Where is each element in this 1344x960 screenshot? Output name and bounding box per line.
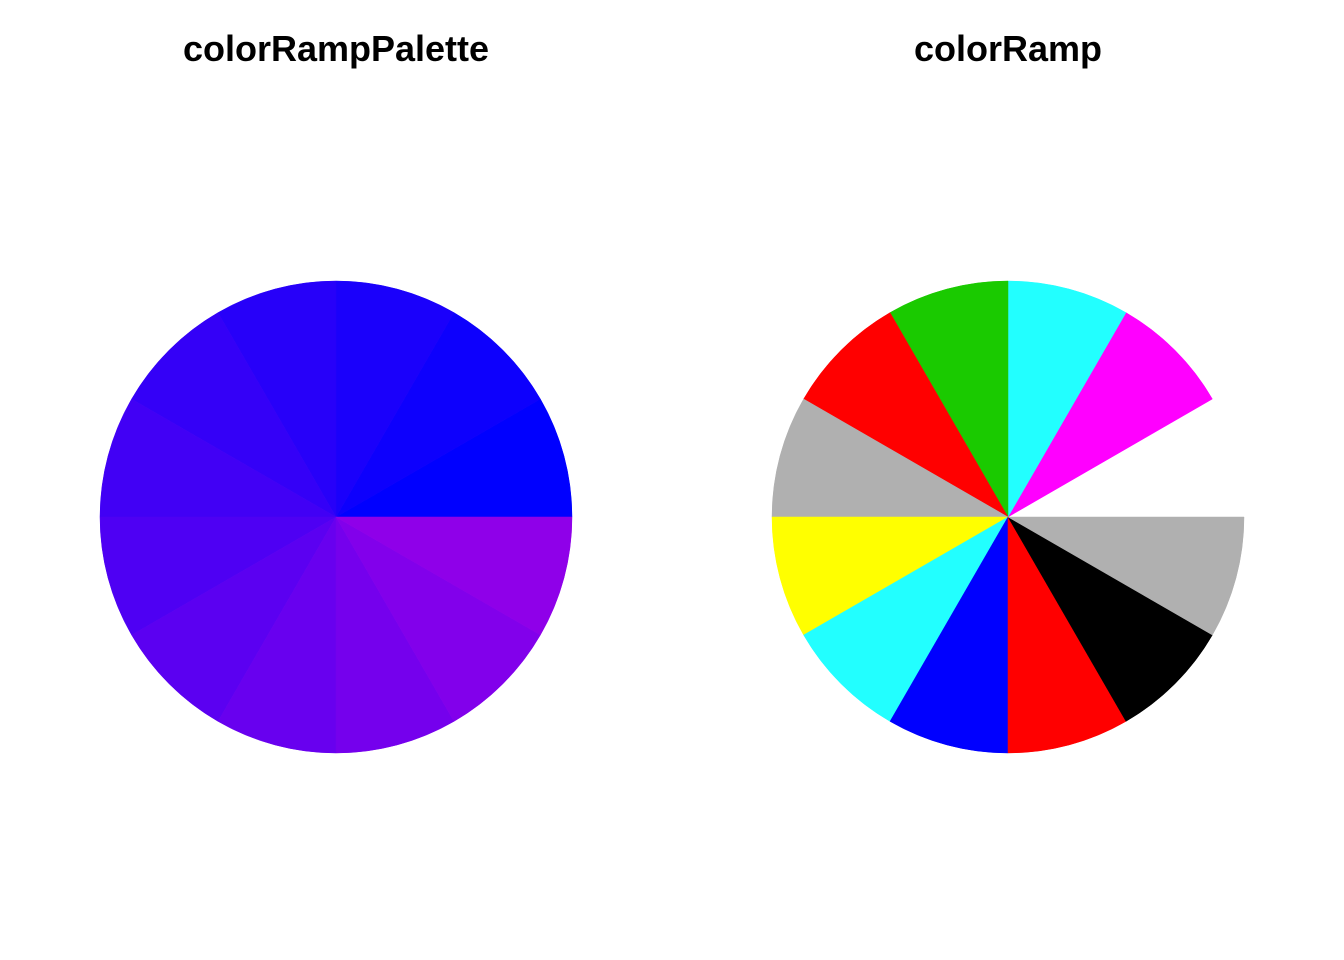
pie-charts xyxy=(99,280,1245,754)
